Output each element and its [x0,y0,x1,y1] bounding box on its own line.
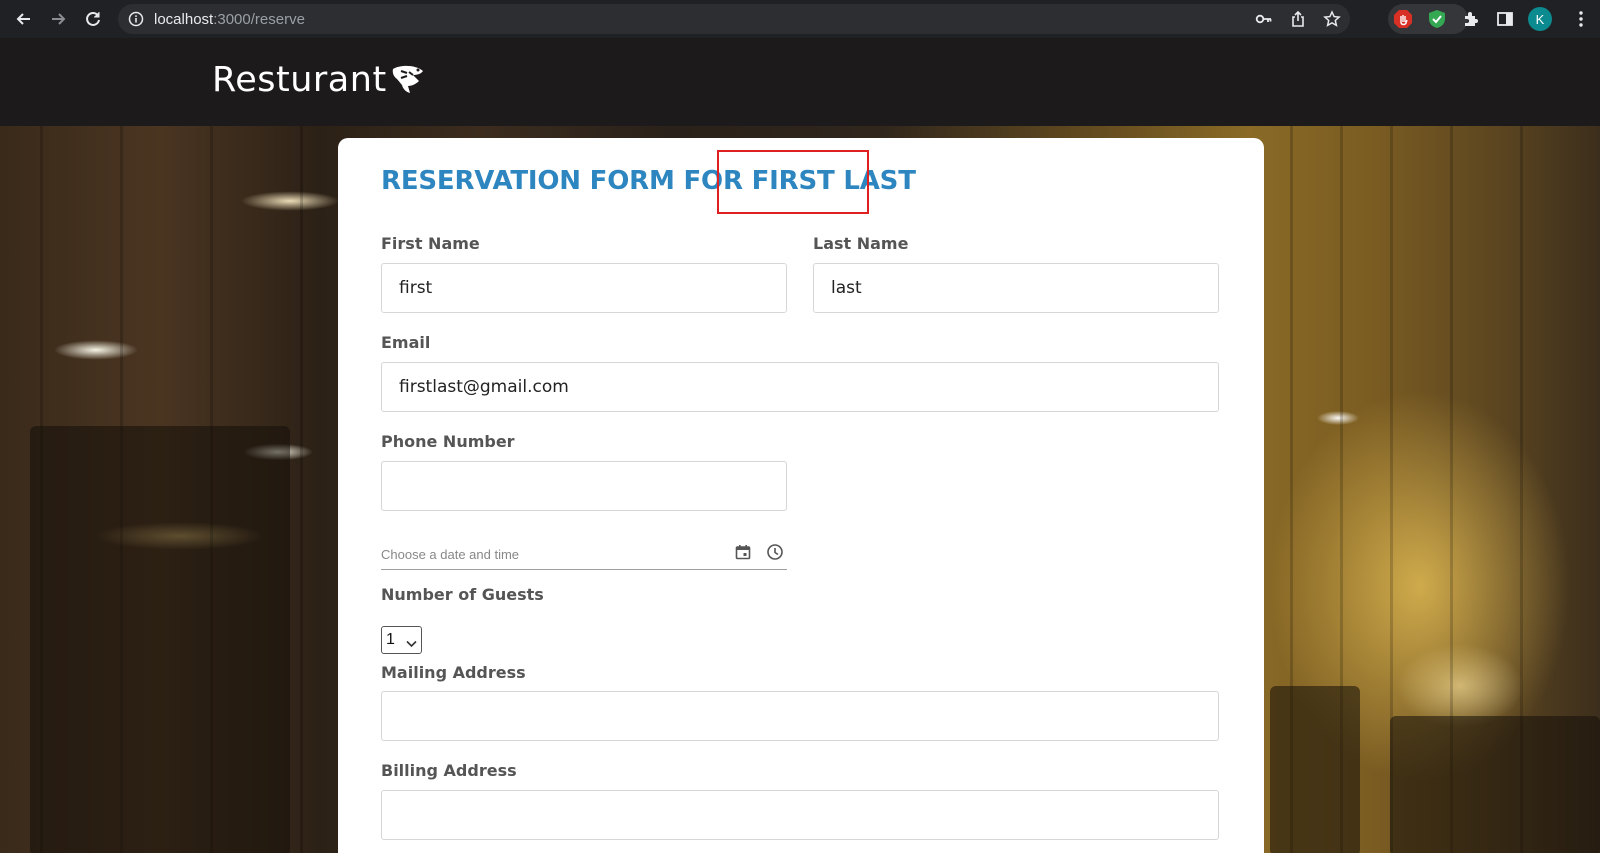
first-name-input[interactable]: first [381,263,787,313]
site-header: Resturant [0,38,1600,126]
side-panel-icon[interactable] [1494,8,1516,30]
guests-select-value: 1 [386,631,395,648]
reservation-form-card: RESERVATION FORM FOR FIRST LAST First Na… [338,138,1264,853]
shield-check-icon[interactable] [1426,8,1448,30]
guests-select[interactable]: 1 [381,626,422,654]
key-icon[interactable] [1254,9,1274,29]
chevron-down-icon [406,635,417,653]
info-icon[interactable] [128,11,144,32]
stop-hand-icon[interactable] [1392,8,1414,30]
browser-toolbar: localhost:3000/reserve K [0,0,1600,38]
logo-text: Resturant [212,59,387,100]
reload-icon[interactable] [81,7,105,31]
puzzle-icon[interactable] [1460,8,1482,30]
email-label: Email [381,333,431,352]
datetime-placeholder: Choose a date and time [381,547,520,562]
guests-label: Number of Guests [381,585,544,604]
back-arrow-icon[interactable] [12,7,36,31]
calendar-icon[interactable] [733,542,753,562]
more-vert-icon[interactable] [1570,8,1592,30]
form-title-prefix: RESERVATION FORM FOR [381,166,752,196]
address-bar[interactable]: localhost:3000/reserve [118,4,1350,34]
billing-address-label: Billing Address [381,761,517,780]
clock-icon[interactable] [765,542,785,562]
billing-address-input[interactable] [381,790,1219,840]
url-host: localhost [154,11,214,28]
star-icon[interactable] [1322,9,1342,29]
mailing-address-input[interactable] [381,691,1219,741]
email-input[interactable]: firstlast@gmail.com [381,362,1219,412]
mailing-address-label: Mailing Address [381,663,526,682]
last-name-input[interactable]: last [813,263,1219,313]
phone-label: Phone Number [381,432,515,451]
phone-input[interactable] [381,461,787,511]
profile-avatar[interactable]: K [1528,7,1552,31]
share-icon[interactable] [1288,9,1308,29]
site-logo[interactable]: Resturant [212,59,427,100]
last-name-label: Last Name [813,234,909,253]
name-highlight-box [717,150,869,214]
first-name-label: First Name [381,234,480,253]
shrimp-logo-icon [389,61,427,100]
datetime-picker-field[interactable]: Choose a date and time [381,534,787,570]
url-text: localhost:3000/reserve [154,11,305,28]
forward-arrow-icon[interactable] [46,7,70,31]
url-path: :3000/reserve [213,11,305,28]
